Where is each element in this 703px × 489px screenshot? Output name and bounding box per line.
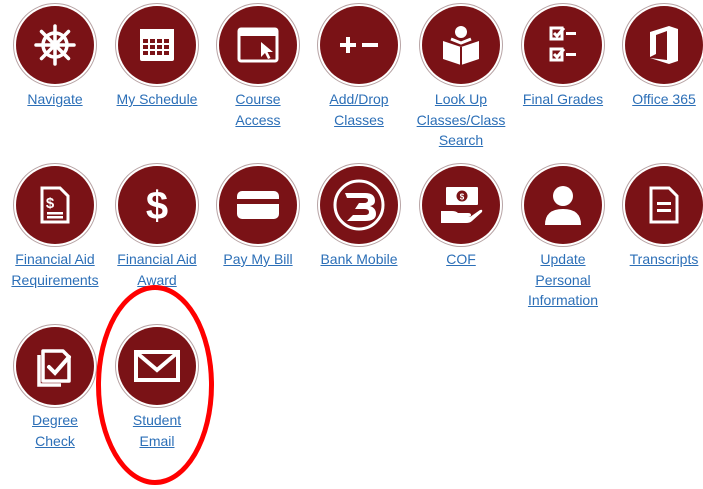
tile-my-schedule[interactable]: My Schedule bbox=[107, 5, 207, 110]
fa-award-circle[interactable]: $ bbox=[118, 166, 196, 244]
calendar-grid-icon bbox=[140, 29, 174, 61]
tile-update-personal-information[interactable]: Update Personal Information bbox=[513, 165, 613, 311]
office-365-circle[interactable] bbox=[625, 6, 703, 84]
tile-cof[interactable]: $ COF bbox=[411, 165, 511, 270]
tile-degree-check[interactable]: Degree Check bbox=[5, 326, 105, 451]
tile-financial-aid-award[interactable]: $ Financial Aid Award bbox=[107, 165, 207, 290]
course-access-circle[interactable] bbox=[219, 6, 297, 84]
credit-card-icon bbox=[237, 191, 279, 219]
checklist-icon bbox=[549, 26, 576, 62]
my-schedule-label[interactable]: My Schedule bbox=[117, 89, 198, 110]
tile-pay-my-bill[interactable]: Pay My Bill bbox=[208, 165, 308, 270]
office-logo-icon bbox=[650, 26, 678, 64]
bank-mobile-label[interactable]: Bank Mobile bbox=[320, 249, 397, 270]
dollar-document-icon: $ bbox=[40, 186, 70, 224]
transcripts-circle[interactable] bbox=[625, 166, 703, 244]
tile-add-drop-classes[interactable]: Add/Drop Classes bbox=[309, 5, 409, 130]
envelope-icon bbox=[134, 350, 180, 382]
my-schedule-circle[interactable] bbox=[118, 6, 196, 84]
office-365-label[interactable]: Office 365 bbox=[632, 89, 696, 110]
degree-check-icon bbox=[37, 349, 71, 387]
final-grades-circle[interactable] bbox=[524, 6, 602, 84]
final-grades-label[interactable]: Final Grades bbox=[523, 89, 603, 110]
tile-final-grades[interactable]: Final Grades bbox=[513, 5, 613, 110]
tile-look-up-classes[interactable]: Look Up Classes/Class Search bbox=[411, 5, 511, 151]
person-icon bbox=[545, 186, 581, 225]
tile-student-email[interactable]: Student Email bbox=[107, 326, 207, 451]
svg-text:$: $ bbox=[460, 193, 465, 202]
transcripts-label[interactable]: Transcripts bbox=[630, 249, 699, 270]
dollar-sign-icon: $ bbox=[146, 184, 168, 227]
tile-bank-mobile[interactable]: Bank Mobile bbox=[309, 165, 409, 270]
tile-course-access[interactable]: Course Access bbox=[208, 5, 308, 130]
tile-transcripts[interactable]: Transcripts bbox=[614, 165, 703, 270]
ship-wheel-icon bbox=[34, 24, 76, 66]
navigate-label[interactable]: Navigate bbox=[27, 89, 82, 110]
bank-mobile-circle[interactable] bbox=[320, 166, 398, 244]
browser-window-cursor-icon bbox=[237, 27, 279, 63]
add-drop-label[interactable]: Add/Drop Classes bbox=[329, 89, 388, 130]
tile-navigate[interactable]: Navigate bbox=[5, 5, 105, 110]
pay-my-bill-circle[interactable] bbox=[219, 166, 297, 244]
tile-financial-aid-requirements[interactable]: $ Financial Aid Requirements bbox=[5, 165, 105, 290]
reading-book-icon bbox=[443, 26, 479, 65]
cof-circle[interactable]: $ bbox=[422, 166, 500, 244]
money-in-hand-icon: $ bbox=[441, 187, 483, 223]
update-info-label[interactable]: Update Personal Information bbox=[528, 249, 598, 311]
plus-minus-icon bbox=[340, 37, 378, 53]
update-info-circle[interactable] bbox=[524, 166, 602, 244]
document-lines-icon bbox=[649, 186, 679, 224]
fa-requirements-circle[interactable]: $ bbox=[16, 166, 94, 244]
student-email-label[interactable]: Student Email bbox=[133, 410, 181, 451]
course-access-label[interactable]: Course Access bbox=[235, 89, 280, 130]
svg-text:$: $ bbox=[46, 195, 55, 212]
bankmobile-b-icon bbox=[333, 179, 385, 231]
degree-check-label[interactable]: Degree Check bbox=[26, 410, 84, 451]
look-up-circle[interactable] bbox=[422, 6, 500, 84]
cof-label[interactable]: COF bbox=[446, 249, 476, 270]
navigate-circle[interactable] bbox=[16, 6, 94, 84]
pay-my-bill-label[interactable]: Pay My Bill bbox=[223, 249, 292, 270]
look-up-label[interactable]: Look Up Classes/Class Search bbox=[417, 89, 506, 151]
add-drop-circle[interactable] bbox=[320, 6, 398, 84]
student-email-circle[interactable] bbox=[118, 327, 196, 405]
tile-office-365[interactable]: Office 365 bbox=[614, 5, 703, 110]
fa-requirements-label[interactable]: Financial Aid Requirements bbox=[11, 249, 98, 290]
svg-text:$: $ bbox=[146, 184, 168, 227]
fa-award-label[interactable]: Financial Aid Award bbox=[117, 249, 196, 290]
degree-check-circle[interactable] bbox=[16, 327, 94, 405]
